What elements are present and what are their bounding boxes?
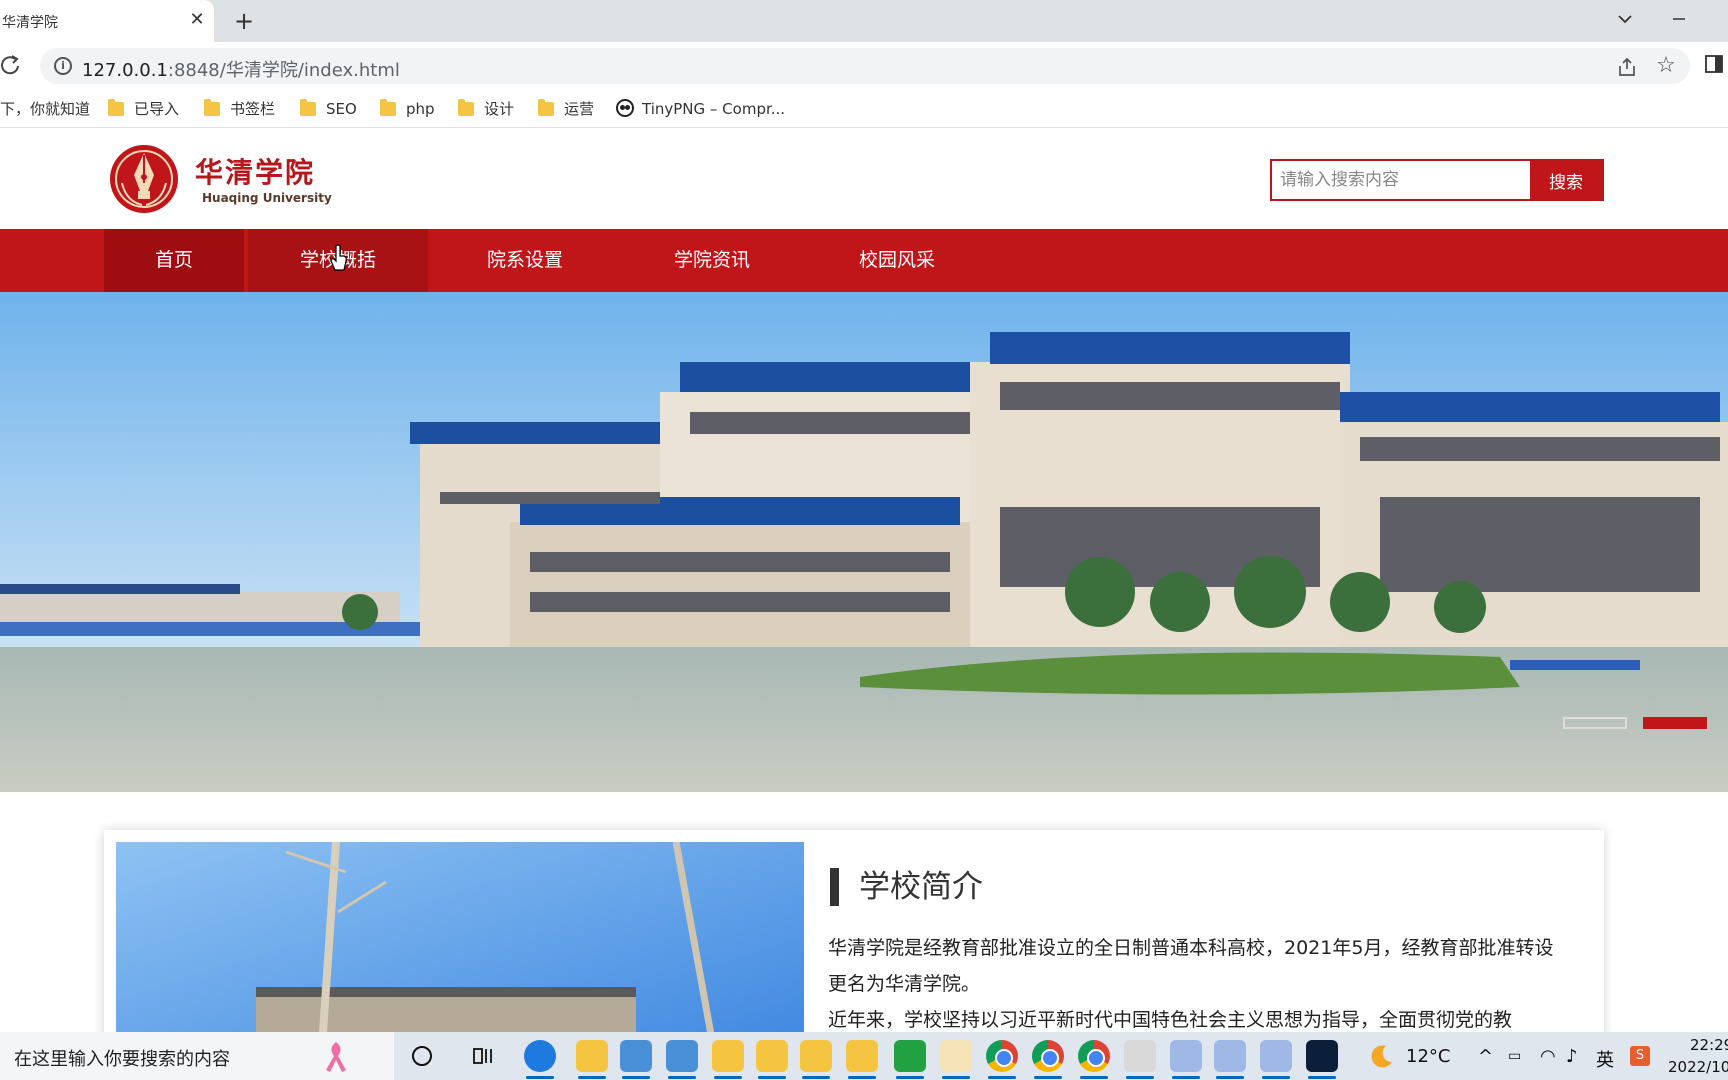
volume-icon[interactable]: ♪ bbox=[1566, 1046, 1578, 1067]
nav-item-home[interactable]: 首页 bbox=[104, 229, 244, 292]
bookmark-folder-php[interactable]: php bbox=[380, 96, 435, 122]
intro-text: 华清学院是经教育部批准设立的全日制普通本科高校，2021年5月，经教育部批准转设… bbox=[828, 930, 1558, 1032]
weather-temperature[interactable]: 12°C bbox=[1406, 1046, 1450, 1067]
intro-title: 学校简介 bbox=[830, 868, 983, 906]
moon-weather-icon[interactable] bbox=[1368, 1042, 1396, 1070]
app-icon[interactable] bbox=[1124, 1040, 1156, 1079]
bookmark-label: 已导入 bbox=[134, 100, 180, 118]
nav-item-campus[interactable]: 校园风采 bbox=[804, 229, 990, 292]
photoshop-icon[interactable] bbox=[1306, 1040, 1338, 1079]
chrome-icon[interactable] bbox=[1078, 1040, 1110, 1079]
folder-icon[interactable] bbox=[846, 1040, 878, 1079]
site-search: 搜索 bbox=[1270, 159, 1604, 201]
file-explorer-icon[interactable] bbox=[576, 1040, 608, 1079]
share-icon[interactable] bbox=[1616, 56, 1638, 78]
sogou-input-icon[interactable]: S bbox=[1630, 1046, 1650, 1066]
document-app-icon[interactable] bbox=[620, 1040, 652, 1079]
clock-time[interactable]: 22:29 bbox=[1690, 1036, 1728, 1054]
side-panel-icon[interactable] bbox=[1704, 54, 1724, 74]
bookmark-label: SEO bbox=[326, 100, 357, 118]
bookmark-tinypng[interactable]: TinyPNG – Compr... bbox=[616, 96, 785, 122]
reload-icon[interactable] bbox=[0, 54, 22, 78]
image-viewer-icon[interactable] bbox=[1260, 1040, 1292, 1079]
folder-icon[interactable] bbox=[800, 1040, 832, 1079]
bookmark-folder-imported[interactable]: 已导入 bbox=[108, 96, 179, 122]
campus-banner-image bbox=[0, 292, 1728, 792]
url-host: 127.0.0.1 bbox=[82, 60, 168, 81]
search-input[interactable] bbox=[1272, 161, 1528, 199]
intro-photo bbox=[116, 842, 804, 1032]
wechat-icon[interactable] bbox=[940, 1040, 972, 1079]
folder-icon bbox=[204, 99, 220, 116]
edge-icon[interactable] bbox=[524, 1040, 556, 1079]
banner-indicator-2[interactable] bbox=[1643, 717, 1707, 729]
pink-ribbon-icon bbox=[326, 1042, 346, 1072]
close-tab-icon[interactable]: ✕ bbox=[186, 9, 208, 31]
taskbar-search-text: 在这里输入你要搜索的内容 bbox=[14, 1049, 230, 1070]
document-app-icon[interactable] bbox=[666, 1040, 698, 1079]
bookmark-label: 下，你就知道 bbox=[0, 100, 91, 118]
taskbar-search[interactable]: 在这里输入你要搜索的内容 bbox=[0, 1032, 394, 1080]
bookmarks-bar: 下，你就知道 已导入 书签栏 SEO php 设计 运营 TinyPNG – C… bbox=[0, 90, 1728, 128]
tab-title: 华清学院 bbox=[2, 15, 58, 31]
site-header: 华清学院 Huaqing University 搜索 bbox=[0, 129, 1728, 229]
folder-icon[interactable] bbox=[756, 1040, 788, 1079]
panda-icon bbox=[616, 99, 634, 117]
cortana-icon[interactable] bbox=[412, 1046, 432, 1066]
nav-item-news[interactable]: 学院资讯 bbox=[620, 229, 804, 292]
bookmark-label: php bbox=[406, 100, 435, 118]
intro-paragraph-1: 华清学院是经教育部批准设立的全日制普通本科高校，2021年5月，经教育部批准转设… bbox=[828, 937, 1554, 995]
bookmark-folder-operations[interactable]: 运营 bbox=[538, 96, 594, 122]
logo-subtitle: Huaqing University bbox=[202, 191, 332, 205]
bookmark-star-icon[interactable]: ☆ bbox=[1654, 54, 1678, 78]
hero-banner[interactable] bbox=[0, 292, 1728, 792]
site-info-icon[interactable]: i bbox=[54, 57, 72, 75]
main-nav: 首页 学校概括 院系设置 学院资讯 校园风采 bbox=[0, 229, 1728, 292]
chevron-down-icon[interactable] bbox=[1612, 6, 1638, 32]
image-viewer-icon[interactable] bbox=[1214, 1040, 1246, 1079]
bookmark-label: TinyPNG – Compr... bbox=[642, 100, 786, 118]
search-button[interactable]: 搜索 bbox=[1530, 161, 1602, 199]
url-path: :8848/华清学院/index.html bbox=[167, 60, 400, 81]
folder-icon bbox=[380, 99, 396, 116]
nav-item-departments[interactable]: 院系设置 bbox=[430, 229, 620, 292]
hand-pointer-cursor-icon bbox=[330, 244, 347, 271]
chevron-up-icon[interactable]: ^ bbox=[1478, 1046, 1493, 1067]
chrome-icon[interactable] bbox=[1032, 1040, 1064, 1079]
bookmark-label: 运营 bbox=[564, 100, 595, 118]
battery-icon[interactable]: ▭ bbox=[1508, 1048, 1521, 1064]
address-bar[interactable]: i 127.0.0.1:8848/华清学院/index.html ☆ bbox=[40, 48, 1690, 84]
image-viewer-icon[interactable] bbox=[1170, 1040, 1202, 1079]
browser-tab[interactable]: 华清学院 ✕ bbox=[0, 0, 214, 42]
task-view-icon[interactable] bbox=[472, 1045, 496, 1067]
folder-icon bbox=[458, 99, 474, 116]
bookmark-label: 设计 bbox=[484, 100, 515, 118]
bookmark-folder-bookmarks-bar[interactable]: 书签栏 bbox=[204, 96, 275, 122]
folder-icon[interactable] bbox=[712, 1040, 744, 1079]
wifi-icon[interactable]: ◠ bbox=[1540, 1046, 1556, 1067]
folder-icon bbox=[538, 99, 554, 116]
minimize-icon[interactable] bbox=[1666, 6, 1692, 32]
windows-taskbar: 在这里输入你要搜索的内容 12°C ^ ▭ ◠ ♪ 英 S 22:29 2022… bbox=[0, 1032, 1728, 1080]
university-emblem-icon[interactable] bbox=[108, 143, 180, 215]
bookmark-folder-design[interactable]: 设计 bbox=[458, 96, 514, 122]
bookmark-label: 书签栏 bbox=[230, 100, 276, 118]
new-tab-icon[interactable]: + bbox=[230, 7, 258, 35]
school-intro-card: 学校简介 华清学院是经教育部批准设立的全日制普通本科高校，2021年5月，经教育… bbox=[104, 830, 1604, 1032]
bookmark-folder-seo[interactable]: SEO bbox=[300, 96, 357, 122]
ime-indicator[interactable]: 英 bbox=[1596, 1046, 1614, 1072]
web-page: 华清学院 Huaqing University 搜索 首页 学校概括 院系设置 … bbox=[0, 129, 1728, 1032]
browser-tab-strip: 华清学院 ✕ + bbox=[0, 0, 1728, 42]
url-text: 127.0.0.1:8848/华清学院/index.html bbox=[82, 56, 400, 82]
folder-icon bbox=[300, 99, 316, 116]
bookmark-baidu[interactable]: 下，你就知道 bbox=[0, 96, 90, 122]
chrome-icon[interactable] bbox=[986, 1040, 1018, 1079]
logo-title: 华清学院 bbox=[195, 156, 316, 189]
banner-indicator-1[interactable] bbox=[1563, 717, 1627, 729]
hbuilder-icon[interactable] bbox=[894, 1040, 926, 1079]
folder-icon bbox=[108, 99, 124, 116]
clock-date[interactable]: 2022/10 bbox=[1668, 1058, 1728, 1076]
intro-paragraph-2: 近年来，学校坚持以习近平新时代中国特色社会主义思想为指导，全面贯彻党的教 bbox=[828, 1009, 1513, 1031]
browser-toolbar: i 127.0.0.1:8848/华清学院/index.html ☆ bbox=[0, 42, 1728, 90]
